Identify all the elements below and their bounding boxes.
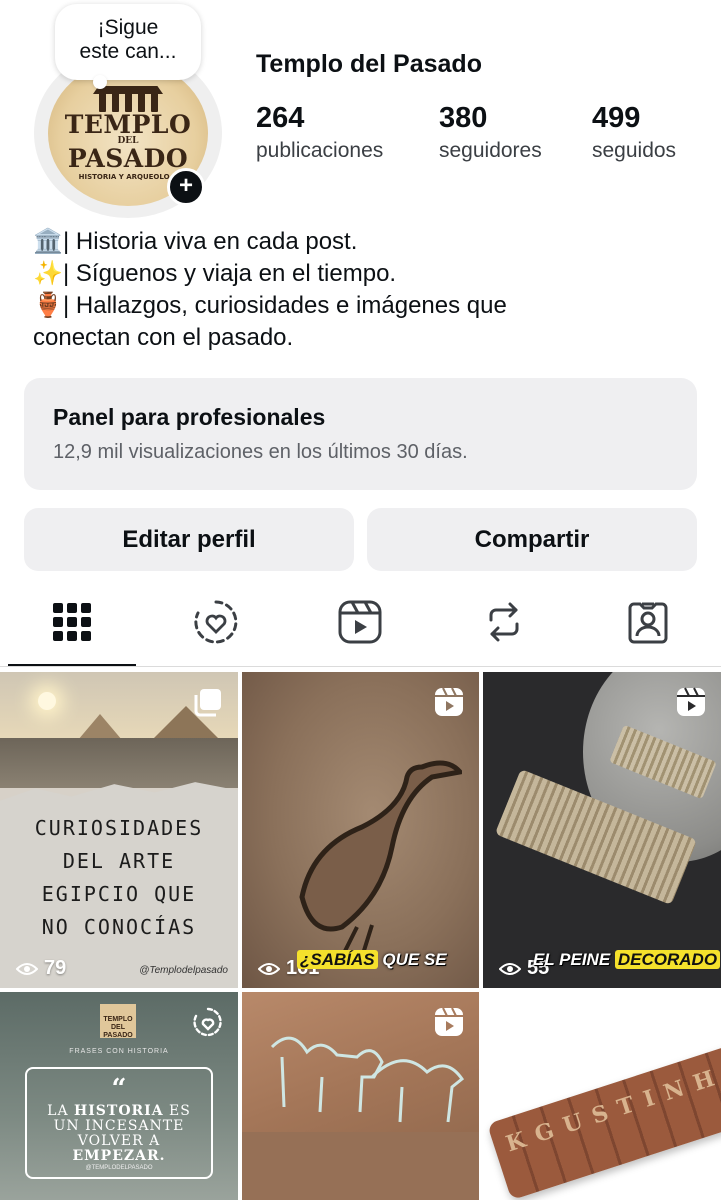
post-overlay-text: CURIOSIDADES DEL ARTE EGIPCIO QUE NO CON… [0, 812, 238, 944]
post-tile[interactable] [242, 992, 479, 1200]
rock-shape [242, 1132, 479, 1200]
post-tile[interactable]: 161 ¿SABÍAS QUE SE [242, 672, 479, 988]
caption-text: EL PEINE [533, 950, 611, 969]
tab-posts-grid[interactable] [40, 590, 104, 654]
stat-following-label: seguidos [592, 139, 677, 162]
highlights-icon [193, 1007, 222, 1037]
edit-profile-button[interactable]: Editar perfil [24, 508, 354, 571]
avatar-logo-line3: PASADO [67, 144, 189, 173]
avatar-logo-line4: HISTORIA Y ARQUEOLO... [78, 173, 178, 181]
quote-line-part: ES [163, 1103, 191, 1119]
bio-line-1: 🏛️| Historia viva en cada post. [33, 226, 693, 258]
quote-line: UN INCESANTE [53, 1118, 185, 1134]
reels-icon [338, 600, 382, 644]
profile-username: Templo del Pasado [256, 50, 482, 78]
post-overlay-line: EGIPCIO QUE [41, 882, 197, 906]
share-profile-button[interactable]: Compartir [367, 508, 697, 571]
quote-line-part: LA [47, 1103, 75, 1119]
classical-building-emoji-icon: 🏛️ [33, 228, 63, 255]
avatar-logo-line1: TEMPLO [64, 110, 192, 139]
caption-text: QUE SE [382, 950, 447, 969]
profile-tabs [0, 590, 721, 668]
reel-icon [435, 1007, 463, 1036]
carousel-icon [194, 689, 221, 717]
bio-line-4-text: conectan con el pasado. [33, 324, 294, 351]
caption-highlight: DECORADO [614, 950, 721, 969]
stat-followers-label: seguidores [439, 139, 542, 162]
bio-line-1-text: | Historia viva en cada post. [63, 228, 358, 255]
quote-line: LA HISTORIA ES [30, 1104, 208, 1119]
post-logo: TEMPLO DEL PASADO [100, 1004, 136, 1039]
view-count: 79 [16, 957, 66, 980]
reel-icon [435, 687, 463, 716]
quote-text: LA HISTORIA ES UN INCESANTE VOLVER A EMP… [30, 1104, 208, 1164]
professional-dashboard-panel[interactable]: Panel para profesionales 12,9 mil visual… [24, 378, 697, 490]
post-caption: EL PEINE DECORADO [533, 950, 721, 970]
pyramid-shape [78, 714, 122, 740]
tagged-person-icon [628, 602, 668, 644]
city-image-area [0, 738, 238, 788]
post-overlay-line: DEL ARTE [62, 849, 176, 873]
bio-line-3: 🏺| Hallazgos, curiosidades e imágenes qu… [33, 290, 693, 322]
note-text-line2: este can... [79, 40, 177, 63]
stat-following-count: 499 [592, 102, 641, 134]
highlights-icon [194, 600, 238, 644]
tab-featured[interactable] [184, 590, 248, 654]
tab-reels[interactable] [328, 590, 392, 654]
stat-posts[interactable]: 264 publicaciones [256, 101, 383, 167]
post-caption: ¿SABÍAS QUE SE [297, 950, 447, 970]
post-overlay-line: NO CONOCÍAS [41, 915, 197, 939]
profile-note-bubble[interactable]: ¡Sigue este can... [55, 4, 201, 89]
quote-line-bold: HISTORIA [74, 1103, 164, 1119]
post-tile[interactable]: KGUSTINH [483, 992, 721, 1200]
grid-icon [53, 603, 91, 641]
eye-icon [499, 962, 521, 975]
stat-posts-count: 264 [256, 102, 305, 134]
post-tile[interactable]: 55 EL PEINE DECORADO [483, 672, 721, 988]
stat-following[interactable]: 499 seguidos [592, 101, 676, 167]
tabs-divider [0, 666, 721, 667]
profile-bio: 🏛️| Historia viva en cada post. ✨| Sígue… [33, 226, 693, 354]
eye-icon [16, 962, 38, 975]
stat-posts-label: publicaciones [256, 139, 384, 162]
post-tagline: FRASES CON HISTORIA [69, 1048, 169, 1055]
post-handle: @Templodelpasado [139, 965, 228, 976]
tab-tagged[interactable] [616, 590, 680, 654]
view-count-value: 79 [44, 957, 67, 979]
bio-line-2-text: | Síguenos y viaja en el tiempo. [63, 260, 397, 287]
reel-icon [677, 687, 705, 716]
quote-line: VOLVER A [77, 1133, 161, 1149]
caption-highlight: ¿SABÍAS [297, 950, 378, 969]
amphora-emoji-icon: 🏺 [33, 292, 63, 319]
post-tile[interactable]: CURIOSIDADES DEL ARTE EGIPCIO QUE NO CON… [0, 672, 238, 988]
add-story-plus-icon[interactable]: + [167, 168, 205, 206]
post-handle: @TEMPLODELPASADO [85, 1165, 153, 1171]
post-overlay-line: CURIOSIDADES [34, 816, 204, 840]
bio-line-2: ✨| Síguenos y viaja en el tiempo. [33, 258, 693, 290]
bio-line-4: conectan con el pasado. [33, 322, 693, 354]
reposts-icon [489, 602, 519, 642]
professional-dashboard-subtitle: 12,9 mil visualizaciones en los últimos … [53, 441, 468, 463]
stat-followers[interactable]: 380 seguidores [439, 101, 542, 167]
stat-followers-count: 380 [439, 102, 488, 134]
professional-dashboard-title: Panel para profesionales [53, 404, 326, 430]
post-tile[interactable]: TEMPLO DEL PASADO FRASES CON HISTORIA “ … [0, 992, 238, 1200]
tab-reposts[interactable] [472, 590, 536, 654]
bio-line-3-text: | Hallazgos, curiosidades e imágenes que [63, 292, 507, 319]
quote-line: EMPEZAR. [72, 1148, 166, 1164]
eye-icon [258, 962, 280, 975]
note-text-line1: ¡Sigue [97, 16, 159, 39]
quote-mark-icon: “ [111, 1074, 127, 1104]
hieroglyph-bird-shape [299, 760, 462, 957]
sparkles-emoji-icon: ✨ [33, 260, 63, 287]
sun-shape [38, 692, 56, 710]
